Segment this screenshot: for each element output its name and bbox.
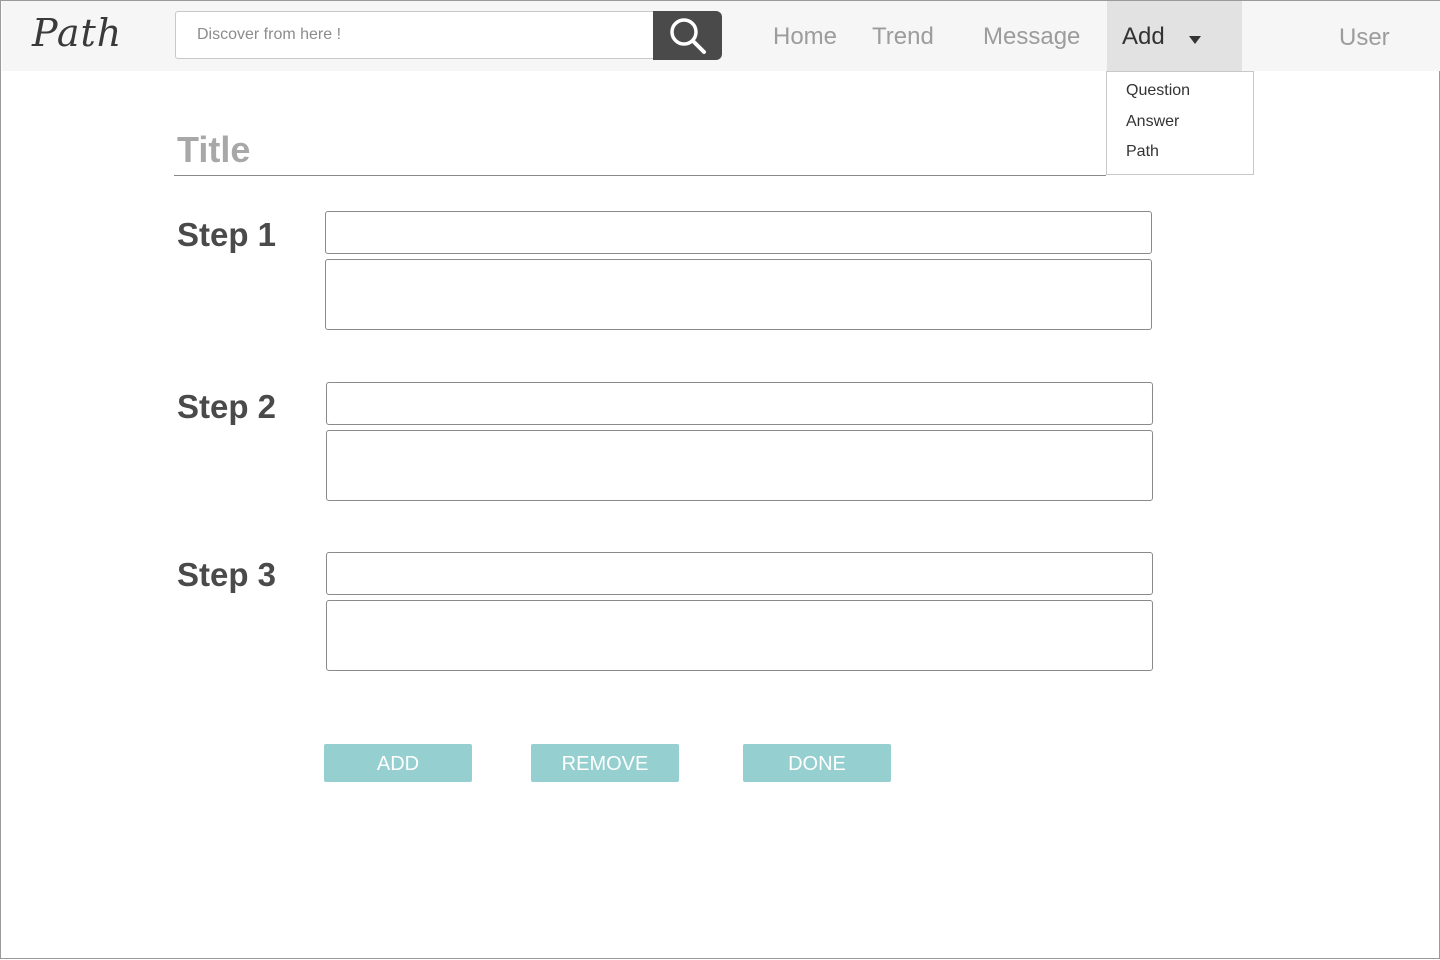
- step-2-description-input[interactable]: [326, 430, 1153, 501]
- step-2-label: Step 2: [177, 388, 277, 425]
- step-1-label: Step 1: [177, 216, 277, 253]
- step-3-heading-input[interactable]: [326, 552, 1153, 595]
- step-1-heading-input[interactable]: [325, 211, 1152, 254]
- nav-trend[interactable]: Trend: [872, 23, 934, 51]
- add-dropdown-menu: Question Answer Path: [1106, 71, 1254, 175]
- search-icon: [669, 17, 706, 54]
- app-logo[interactable]: Path: [32, 11, 122, 55]
- title-field[interactable]: Title: [174, 119, 1106, 176]
- add-step-button[interactable]: ADD: [324, 744, 472, 782]
- nav-message[interactable]: Message: [983, 23, 1080, 51]
- dropdown-item-path[interactable]: Path: [1126, 143, 1159, 161]
- top-navigation-bar: Path Home Trend Message Add User: [2, 1, 1440, 71]
- done-button[interactable]: DONE: [743, 744, 891, 782]
- step-1-description-input[interactable]: [325, 259, 1152, 330]
- nav-add-label: Add: [1122, 23, 1165, 50]
- caret-down-icon: [1189, 36, 1201, 44]
- dropdown-item-question[interactable]: Question: [1126, 82, 1190, 100]
- nav-add-dropdown-toggle[interactable]: Add: [1107, 1, 1242, 71]
- search-button[interactable]: [653, 11, 722, 60]
- remove-step-button[interactable]: REMOVE: [531, 744, 679, 782]
- search-input[interactable]: [175, 11, 655, 59]
- step-3-description-input[interactable]: [326, 600, 1153, 671]
- page-frame: Path Home Trend Message Add User Questio…: [0, 0, 1440, 959]
- dropdown-item-answer[interactable]: Answer: [1126, 113, 1179, 131]
- nav-user[interactable]: User: [1339, 24, 1390, 52]
- nav-home[interactable]: Home: [773, 23, 837, 51]
- title-placeholder: Title: [177, 129, 251, 170]
- step-2-heading-input[interactable]: [326, 382, 1153, 425]
- step-3-label: Step 3: [177, 556, 277, 593]
